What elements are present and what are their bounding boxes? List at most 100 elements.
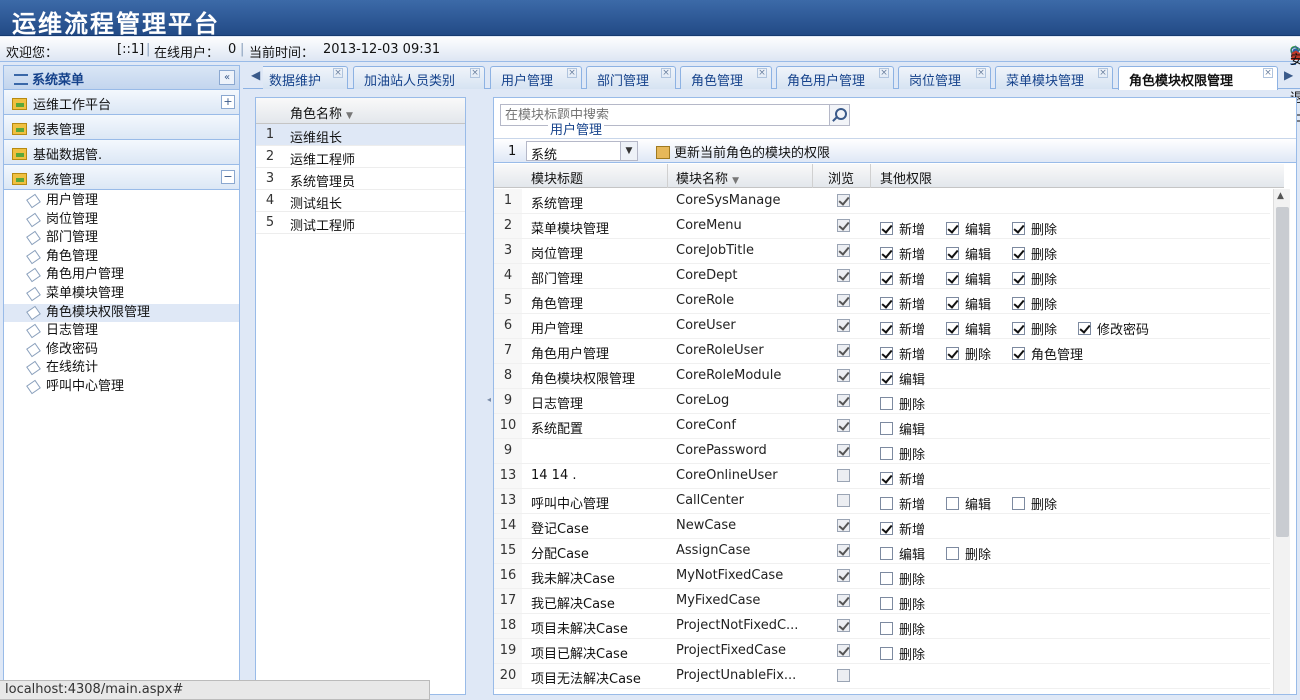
permission-option[interactable]: 删除: [946, 544, 991, 563]
permission-option[interactable]: 删除: [1012, 244, 1057, 263]
permission-option[interactable]: 新增: [880, 344, 925, 363]
close-icon[interactable]: ×: [1098, 68, 1108, 78]
permission-checkbox[interactable]: [880, 272, 893, 285]
permission-option[interactable]: 删除: [880, 444, 925, 463]
browse-checkbox[interactable]: [837, 344, 850, 357]
expand-icon[interactable]: +: [221, 95, 235, 109]
browse-checkbox[interactable]: [837, 519, 850, 532]
permission-option[interactable]: 编辑: [946, 244, 991, 263]
permission-checkbox[interactable]: [880, 422, 893, 435]
permission-checkbox[interactable]: [946, 272, 960, 285]
scrollbar-thumb[interactable]: [1276, 207, 1289, 537]
sidebar-item-roles[interactable]: 角色管理: [4, 248, 239, 267]
permission-checkbox[interactable]: [880, 372, 893, 385]
module-grid-scrollbar[interactable]: ▲: [1273, 189, 1290, 694]
browse-checkbox[interactable]: [837, 269, 850, 282]
collapse-icon[interactable]: −: [221, 170, 235, 184]
role-row[interactable]: 2 运维工程师: [256, 146, 465, 168]
permission-option[interactable]: 删除: [880, 644, 925, 663]
module-row[interactable]: 7 角色用户管理 CoreRoleUser 新增 删除 角色管理: [494, 339, 1270, 364]
permission-checkbox[interactable]: [880, 647, 893, 660]
browse-checkbox[interactable]: [837, 294, 850, 307]
module-row[interactable]: 9 CorePassword 删除: [494, 439, 1270, 464]
role-row[interactable]: 4 测试组长: [256, 190, 465, 212]
tab-data-maintenance[interactable]: 数据维护 ×: [263, 66, 348, 89]
permission-checkbox[interactable]: [1012, 272, 1026, 285]
module-row[interactable]: 17 我已解决Case MyFixedCase 删除: [494, 589, 1270, 614]
permission-checkbox[interactable]: [880, 497, 893, 510]
permission-option[interactable]: 新增: [880, 219, 925, 238]
close-icon[interactable]: ×: [976, 68, 986, 78]
permission-checkbox[interactable]: [946, 222, 960, 235]
column-header-module-title[interactable]: 模块标题: [531, 168, 583, 187]
permission-option[interactable]: 删除: [1012, 219, 1057, 238]
permission-checkbox[interactable]: [880, 222, 893, 235]
close-icon[interactable]: ×: [879, 68, 889, 78]
permission-option[interactable]: 删除: [1012, 294, 1057, 313]
permission-option[interactable]: 删除: [1012, 269, 1057, 288]
permission-option[interactable]: 删除: [880, 569, 925, 588]
browse-checkbox[interactable]: [837, 244, 850, 257]
permission-checkbox[interactable]: [880, 322, 893, 335]
update-permissions-button[interactable]: 更新当前角色的模块的权限: [656, 142, 830, 161]
module-row[interactable]: 4 部门管理 CoreDept 新增 编辑 删除: [494, 264, 1270, 289]
module-row[interactable]: 19 项目已解决Case ProjectFixedCase 删除: [494, 639, 1270, 664]
permission-option[interactable]: 新增: [880, 494, 925, 513]
permission-checkbox[interactable]: [1012, 222, 1026, 235]
column-header-module-name[interactable]: 模块名称 ▼: [676, 168, 739, 187]
permission-checkbox[interactable]: [880, 572, 893, 585]
tab-job-title-management[interactable]: 岗位管理 ×: [898, 66, 991, 89]
close-icon[interactable]: ×: [333, 68, 343, 78]
permission-option[interactable]: 新增: [880, 469, 925, 488]
browse-checkbox[interactable]: [837, 319, 850, 332]
permission-option[interactable]: 新增: [880, 294, 925, 313]
permission-option[interactable]: 编辑: [946, 294, 991, 313]
permission-option[interactable]: 编辑: [946, 269, 991, 288]
module-category-select[interactable]: 系统 ▼: [526, 141, 638, 163]
permission-checkbox[interactable]: [1012, 322, 1026, 335]
role-row[interactable]: 5 测试工程师: [256, 212, 465, 234]
module-row[interactable]: 8 角色模块权限管理 CoreRoleModule 编辑: [494, 364, 1270, 389]
module-row[interactable]: 5 角色管理 CoreRole 新增 编辑 删除: [494, 289, 1270, 314]
search-icon[interactable]: [829, 105, 849, 125]
permission-checkbox[interactable]: [880, 247, 893, 260]
permission-checkbox[interactable]: [946, 297, 960, 310]
permission-option[interactable]: 新增: [880, 319, 925, 338]
permission-checkbox[interactable]: [946, 247, 960, 260]
permission-checkbox[interactable]: [1012, 297, 1026, 310]
browse-checkbox[interactable]: [837, 419, 850, 432]
module-row[interactable]: 14 登记Case NewCase 新增: [494, 514, 1270, 539]
module-row[interactable]: 20 项目无法解决Case ProjectUnableFix...: [494, 664, 1270, 689]
scroll-tabs-left-icon[interactable]: ◀: [251, 68, 260, 82]
permission-checkbox[interactable]: [880, 522, 893, 535]
column-header-browse[interactable]: 浏览: [828, 168, 854, 187]
sidebar-item-call-center[interactable]: 呼叫中心管理: [4, 378, 239, 397]
module-row[interactable]: 1 系统管理 CoreSysManage: [494, 189, 1270, 214]
close-icon[interactable]: ×: [1263, 68, 1273, 78]
module-row[interactable]: 3 岗位管理 CoreJobTitle 新增 编辑 删除: [494, 239, 1270, 264]
permission-checkbox[interactable]: [880, 622, 893, 635]
permission-option[interactable]: 编辑: [880, 544, 925, 563]
close-icon[interactable]: ×: [567, 68, 577, 78]
permission-checkbox[interactable]: [880, 472, 893, 485]
browse-checkbox[interactable]: [837, 619, 850, 632]
tab-station-staff-types[interactable]: 加油站人员类别 ×: [353, 66, 485, 89]
browse-checkbox[interactable]: [837, 569, 850, 582]
role-row[interactable]: 3 系统管理员: [256, 168, 465, 190]
permission-checkbox[interactable]: [880, 547, 893, 560]
chevron-down-icon[interactable]: ▼: [620, 142, 637, 160]
module-row[interactable]: 15 分配Case AssignCase 编辑 删除: [494, 539, 1270, 564]
browse-checkbox[interactable]: [837, 219, 850, 232]
scroll-up-icon[interactable]: ▲: [1277, 191, 1284, 201]
permission-option[interactable]: 删除: [1012, 319, 1057, 338]
sidebar-item-role-users[interactable]: 角色用户管理: [4, 266, 239, 285]
permission-option[interactable]: 编辑: [880, 369, 925, 388]
browse-checkbox[interactable]: [837, 394, 850, 407]
role-row[interactable]: 1 运维组长: [256, 124, 465, 146]
sidebar-item-job-titles[interactable]: 岗位管理: [4, 211, 239, 230]
sidebar-section-system[interactable]: 系统管理 −: [4, 165, 239, 190]
permission-checkbox[interactable]: [880, 347, 893, 360]
browse-checkbox[interactable]: [837, 369, 850, 382]
browse-checkbox[interactable]: [837, 444, 850, 457]
permission-option[interactable]: 新增: [880, 244, 925, 263]
